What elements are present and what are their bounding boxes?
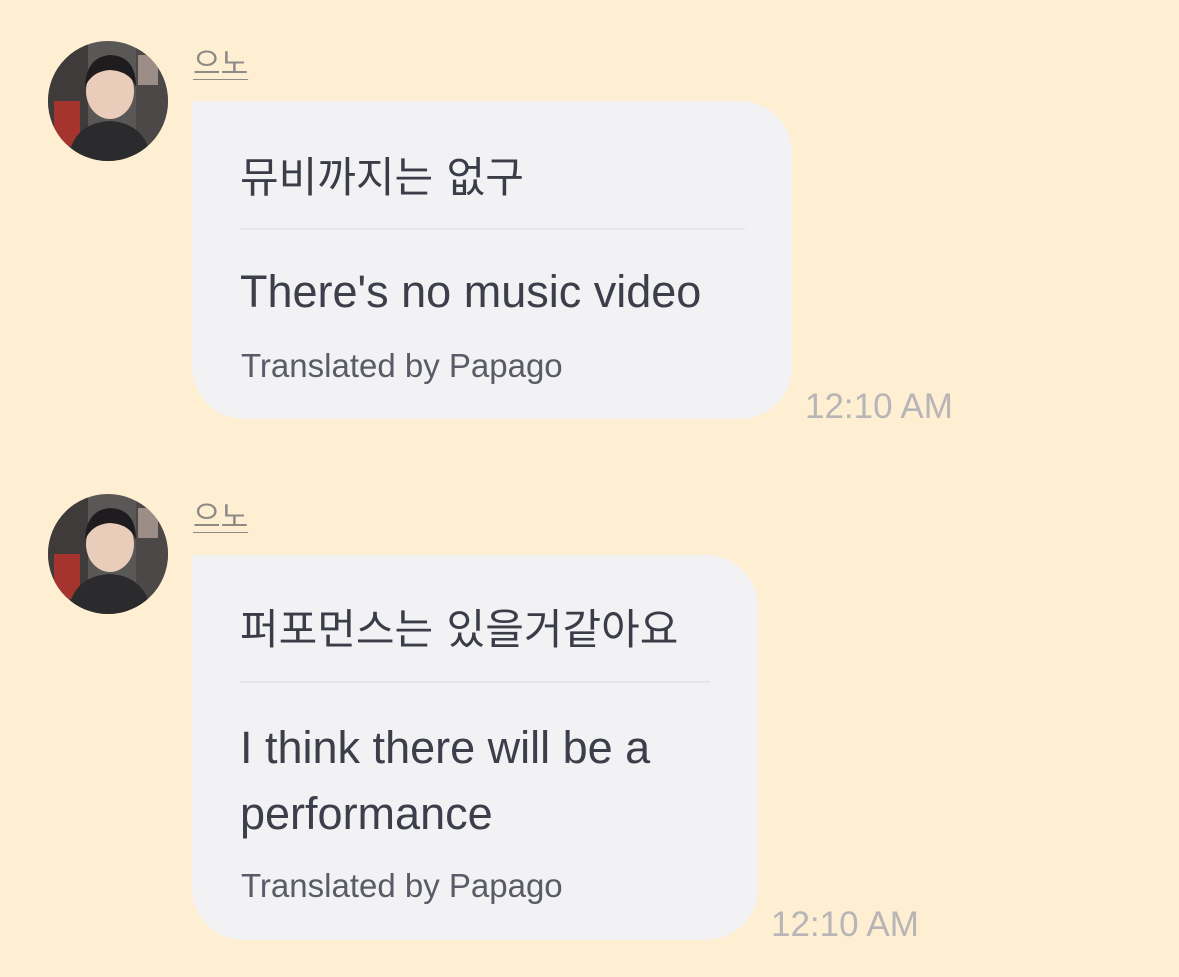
message-timestamp: 12:10 AM <box>805 387 953 426</box>
profile-photo-icon <box>48 41 168 161</box>
message-bubble[interactable]: 뮤비까지는 없구 There's no music video Translat… <box>192 101 792 419</box>
message-bubble[interactable]: 퍼포먼스는 있을거같아요 I think there will be a per… <box>192 555 758 940</box>
message-timestamp: 12:10 AM <box>771 905 919 944</box>
translation-divider <box>240 681 710 683</box>
translated-message-text: There's no music video <box>240 266 702 317</box>
sender-name[interactable]: 으노 <box>193 503 248 533</box>
translation-divider <box>240 228 745 230</box>
avatar[interactable] <box>48 494 168 614</box>
original-message-text: 뮤비까지는 없구 <box>240 153 524 202</box>
profile-photo-icon <box>48 494 168 614</box>
translation-credit: Translated by Papago <box>241 867 563 904</box>
translation-credit: Translated by Papago <box>241 347 563 384</box>
avatar[interactable] <box>48 41 168 161</box>
translated-message-text: I think there will be a performance <box>240 722 651 839</box>
original-message-text: 퍼포먼스는 있을거같아요 <box>240 605 679 654</box>
sender-name[interactable]: 으노 <box>193 50 248 80</box>
